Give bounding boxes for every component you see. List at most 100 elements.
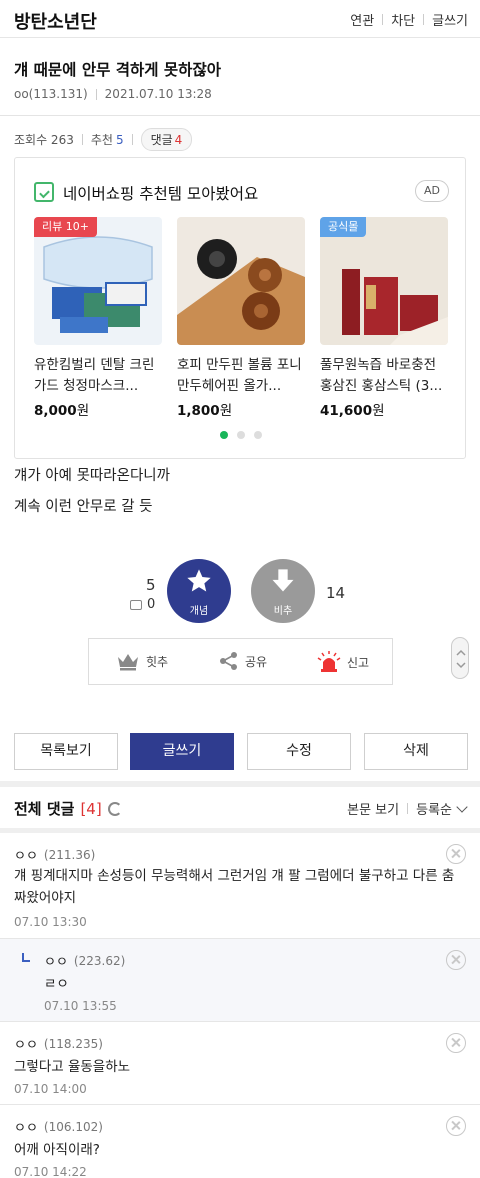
delete-button[interactable]: 삭제: [364, 733, 468, 770]
comment-options: 본문 보기 등록순: [347, 799, 468, 818]
comment-text: ㄹㅇ: [44, 976, 69, 992]
comment-text: 그렇다고 율동을하노: [14, 1059, 131, 1075]
post-title: 걔 때문에 안무 격하게 못하잖아: [14, 61, 221, 79]
comment-item: ㅇㅇ (118.235) 그렇다고 율동을하노 07.10 14:00: [0, 1022, 480, 1105]
downvote-label: 비추: [273, 606, 293, 617]
comments-count: [4]: [80, 799, 102, 818]
image-icon: [130, 599, 142, 610]
product-name: 유한킴벌리 덴탈 크린가드 청정마스크...: [34, 357, 155, 394]
star-icon: [187, 569, 211, 592]
arrow-down-icon: [272, 569, 294, 592]
comment-author-ip: (106.102): [43, 1119, 103, 1134]
upvote-label: 개념: [189, 606, 209, 617]
price-unit: 원: [372, 403, 385, 419]
price-unit: 원: [76, 403, 90, 419]
ad-badge[interactable]: AD: [415, 180, 449, 202]
upvote-button[interactable]: 개념: [167, 559, 231, 623]
header-divider: [0, 115, 480, 116]
comments-title: 전체 댓글: [14, 800, 75, 818]
comment-author: ㅇㅇ (223.62): [44, 951, 126, 971]
comment-date: 07.10 13:55: [44, 999, 117, 1013]
write-link[interactable]: 글쓰기: [432, 10, 468, 29]
hair-pin-illustration: [177, 239, 305, 345]
comment-reply-item: ㅇㅇ (223.62) ㄹㅇ 07.10 13:55: [0, 939, 480, 1022]
comment-author: ㅇㅇ (211.36): [14, 845, 96, 865]
image-vote-value: 0: [147, 597, 156, 612]
block-link[interactable]: 차단: [391, 10, 415, 29]
official-store-tag: 공식몰: [320, 217, 367, 237]
gallery-title[interactable]: 방탄소년단: [14, 8, 97, 34]
product-image: 리뷰 10+: [34, 217, 162, 345]
delete-comment-icon[interactable]: [446, 950, 466, 970]
report-label: 신고: [347, 655, 370, 670]
post-datetime: 2021.07.10 13:28: [104, 87, 212, 101]
share-button[interactable]: 공유: [219, 651, 267, 671]
hit-recommend-button[interactable]: 힛추: [116, 651, 168, 671]
nav-divider: [382, 14, 384, 25]
comment-text: 어깨 아직이래?: [14, 1142, 100, 1158]
comment-author-ip: (211.36): [43, 847, 96, 862]
delete-comment-icon[interactable]: [446, 1116, 466, 1136]
price-value: 41,600: [320, 403, 373, 419]
carousel-dot[interactable]: [237, 431, 245, 439]
comment-author: ㅇㅇ (106.102): [14, 1117, 103, 1137]
naver-shopping-icon: [34, 182, 54, 202]
sort-select[interactable]: 등록순: [416, 799, 452, 818]
chevron-down-icon[interactable]: [456, 800, 468, 813]
list-button[interactable]: 목록보기: [14, 733, 118, 770]
downvote-button[interactable]: 비추: [251, 559, 315, 623]
price-unit: 원: [219, 403, 233, 419]
post-body-line: 계속 이런 안무로 갈 듯: [14, 499, 153, 515]
meta-divider: [95, 88, 97, 100]
comment-author-ip: (223.62): [73, 953, 126, 968]
stats-divider: [131, 134, 133, 145]
comment-text: 걔 핑계대지마 손성등이 무능력해서 그런거임 걔 팔 그럼에더 불구하고 다른…: [14, 868, 455, 906]
related-link[interactable]: 연관: [350, 10, 374, 29]
comment-label: 댓글: [150, 133, 173, 147]
comment-author-name[interactable]: ㅇㅇ: [14, 1117, 38, 1136]
section-separator: [0, 781, 480, 787]
product-image: 공식몰: [320, 217, 448, 345]
edit-button[interactable]: 수정: [247, 733, 351, 770]
siren-icon: [317, 651, 341, 672]
product-price: 1,800원: [177, 399, 305, 419]
vote-area: 5 0 개념 비추 14: [0, 556, 480, 626]
delete-comment-icon[interactable]: [446, 1033, 466, 1053]
nav-divider: [423, 14, 425, 25]
recommend-label: 추천: [90, 133, 113, 147]
price-value: 8,000: [34, 403, 77, 419]
comment-date: 07.10 14:22: [14, 1165, 87, 1178]
product-price: 41,600원: [320, 399, 448, 419]
product-card[interactable]: 공식몰 풀무원녹즙 바로충전 홍삼진 홍삼스틱 (3... 41,600원: [320, 217, 448, 419]
action-bar: 힛추 공유 신고: [88, 638, 393, 685]
upvote-count: 5: [146, 576, 156, 594]
view-count: 조회수 263: [14, 133, 74, 147]
delete-comment-icon[interactable]: [446, 844, 466, 864]
view-body-button[interactable]: 본문 보기: [347, 799, 399, 818]
top-bar: 방탄소년단 연관 차단 글쓰기: [0, 0, 480, 38]
ad-title[interactable]: 네이버쇼핑 추천템 모아봤어요: [63, 182, 258, 204]
comment-count-pill[interactable]: 댓글 4: [140, 128, 193, 151]
post-stats: 조회수 263 추천 5 댓글 4: [14, 128, 193, 151]
comment-author-name[interactable]: ㅇㅇ: [14, 1034, 38, 1053]
post-author[interactable]: oo(113.131): [14, 87, 88, 101]
carousel-dot[interactable]: [254, 431, 262, 439]
report-button[interactable]: 신고: [317, 651, 369, 673]
stats-divider: [81, 134, 83, 145]
post-button-row: 목록보기 글쓰기 수정 삭제: [14, 733, 468, 770]
comment-author-name[interactable]: ㅇㅇ: [14, 845, 38, 864]
carousel-dot-active[interactable]: [220, 431, 228, 439]
top-nav: 연관 차단 글쓰기: [350, 10, 468, 29]
comment-author-name[interactable]: ㅇㅇ: [44, 951, 68, 970]
refresh-icon[interactable]: [107, 801, 122, 816]
crown-icon: [118, 654, 138, 671]
product-image: [177, 217, 305, 345]
product-card[interactable]: 리뷰 10+ 유한킴벌리 덴탈 크린가드 청정마스크... 8,000원: [34, 217, 162, 419]
options-divider: [407, 803, 409, 814]
comment-author-ip: (118.235): [43, 1036, 103, 1051]
review-tag: 리뷰 10+: [34, 217, 97, 237]
write-button[interactable]: 글쓰기: [130, 733, 234, 770]
scroll-nav-button[interactable]: [451, 637, 469, 679]
comment-date: 07.10 13:30: [14, 915, 87, 929]
product-card[interactable]: 호피 만두핀 볼륨 포니만두헤어핀 올가... 1,800원: [177, 217, 305, 419]
